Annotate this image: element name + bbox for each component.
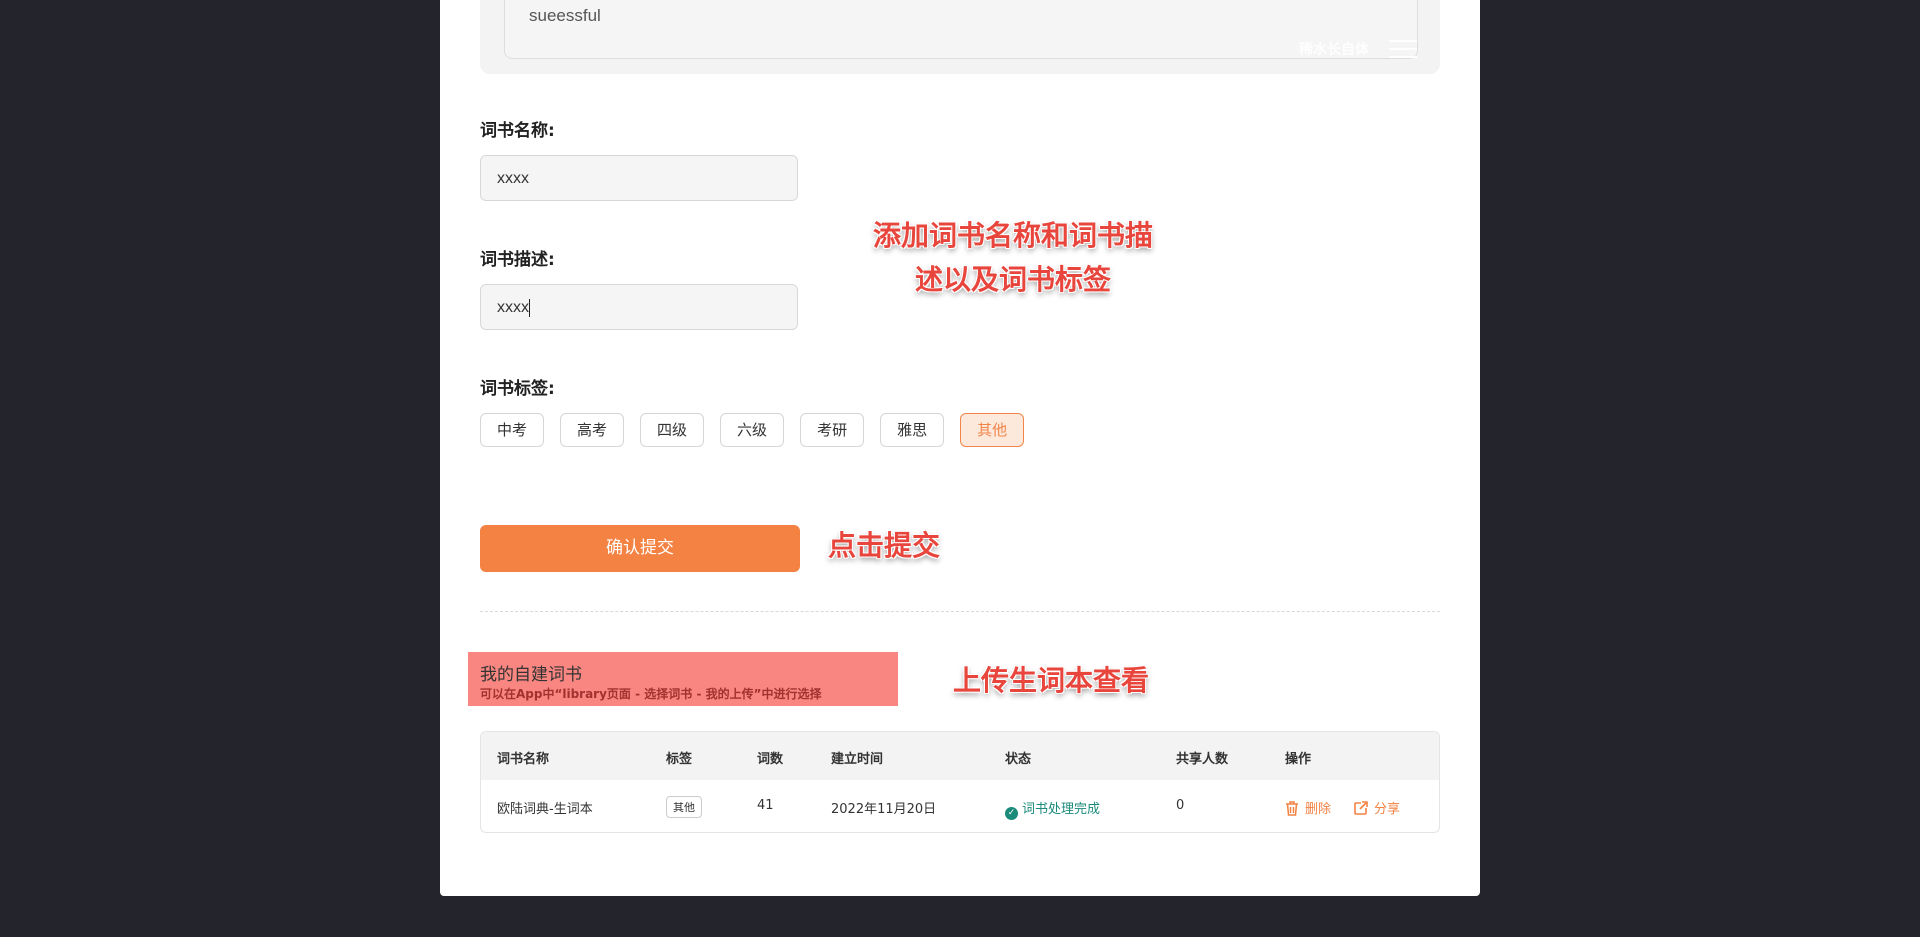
th-created: 建立时间	[831, 752, 884, 767]
my-books-title: 我的自建词书	[480, 665, 582, 685]
tag-ielts[interactable]: 雅思	[880, 413, 945, 447]
main-panel: sueessful 稀水长自体 词书名称: xxxx 词书描述: xxxx 词书…	[440, 0, 1480, 896]
th-shared: 共享人数	[1176, 752, 1229, 767]
th-status: 状态	[1005, 752, 1032, 767]
book-name-label: 词书名称:	[480, 121, 555, 141]
cell-created: 2022年11月20日	[831, 802, 937, 817]
tag-group: 中考 高考 四级 六级 考研 雅思 其他	[480, 413, 1025, 447]
cell-name: 欧陆词典-生词本	[497, 802, 593, 817]
tag-zhongkao[interactable]: 中考	[480, 413, 545, 447]
th-actions: 操作	[1285, 752, 1312, 767]
annotation-add-info-1: 添加词书名称和词书描	[873, 219, 1154, 252]
log-output: sueessful 稀水长自体	[504, 0, 1418, 59]
divider	[480, 611, 1440, 612]
books-table: 词书名称 标签 词数 建立时间 状态 共享人数 操作 欧陆词典-生词本 其他 4…	[480, 731, 1440, 833]
annotation-click-submit: 点击提交	[828, 529, 941, 562]
cell-shared: 0	[1176, 798, 1185, 813]
my-books-header: 我的自建词书 可以在App中“library页面 - 选择词书 - 我的上传”中…	[468, 652, 898, 706]
tag-gaokao[interactable]: 高考	[560, 413, 625, 447]
submit-button[interactable]: 确认提交	[480, 525, 800, 572]
cell-count: 41	[757, 798, 774, 813]
table-header: 词书名称 标签 词数 建立时间 状态 共享人数 操作	[481, 732, 1439, 780]
share-button[interactable]: 分享	[1353, 798, 1400, 817]
tag-kaoyan[interactable]: 考研	[800, 413, 865, 447]
tag-cet6[interactable]: 六级	[720, 413, 785, 447]
th-name: 词书名称	[497, 752, 550, 767]
my-books-subtitle: 可以在App中“library页面 - 选择词书 - 我的上传”中进行选择	[480, 687, 822, 701]
book-name-input[interactable]: xxxx	[480, 155, 798, 201]
tag-cet4[interactable]: 四级	[640, 413, 705, 447]
delete-label: 删除	[1305, 802, 1332, 817]
cell-status: ✓ 词书处理完成	[1005, 798, 1100, 820]
th-count: 词数	[757, 752, 784, 767]
tag-other[interactable]: 其他	[960, 413, 1025, 447]
book-desc-input[interactable]: xxxx	[480, 284, 798, 330]
book-desc-value: xxxx	[497, 299, 529, 316]
trash-icon	[1286, 801, 1298, 816]
delete-button[interactable]: 删除	[1285, 798, 1331, 817]
status-text: 词书处理完成	[1022, 802, 1101, 817]
annotation-view-upload: 上传生词本查看	[953, 664, 1150, 697]
book-desc-label: 词书描述:	[480, 250, 555, 270]
share-icon	[1354, 801, 1368, 815]
menu-icon[interactable]	[1389, 40, 1417, 58]
share-label: 分享	[1374, 802, 1401, 817]
watermark: 稀水长自体	[1299, 42, 1369, 58]
th-tag: 标签	[666, 752, 693, 767]
log-container: sueessful 稀水长自体	[480, 0, 1440, 74]
check-circle-icon: ✓	[1005, 807, 1018, 820]
log-text: sueessful	[529, 6, 601, 25]
text-caret	[529, 298, 530, 317]
book-tags-label: 词书标签:	[480, 379, 555, 399]
annotation-add-info-2: 述以及词书标签	[915, 263, 1112, 296]
cell-tag-badge: 其他	[666, 796, 702, 818]
